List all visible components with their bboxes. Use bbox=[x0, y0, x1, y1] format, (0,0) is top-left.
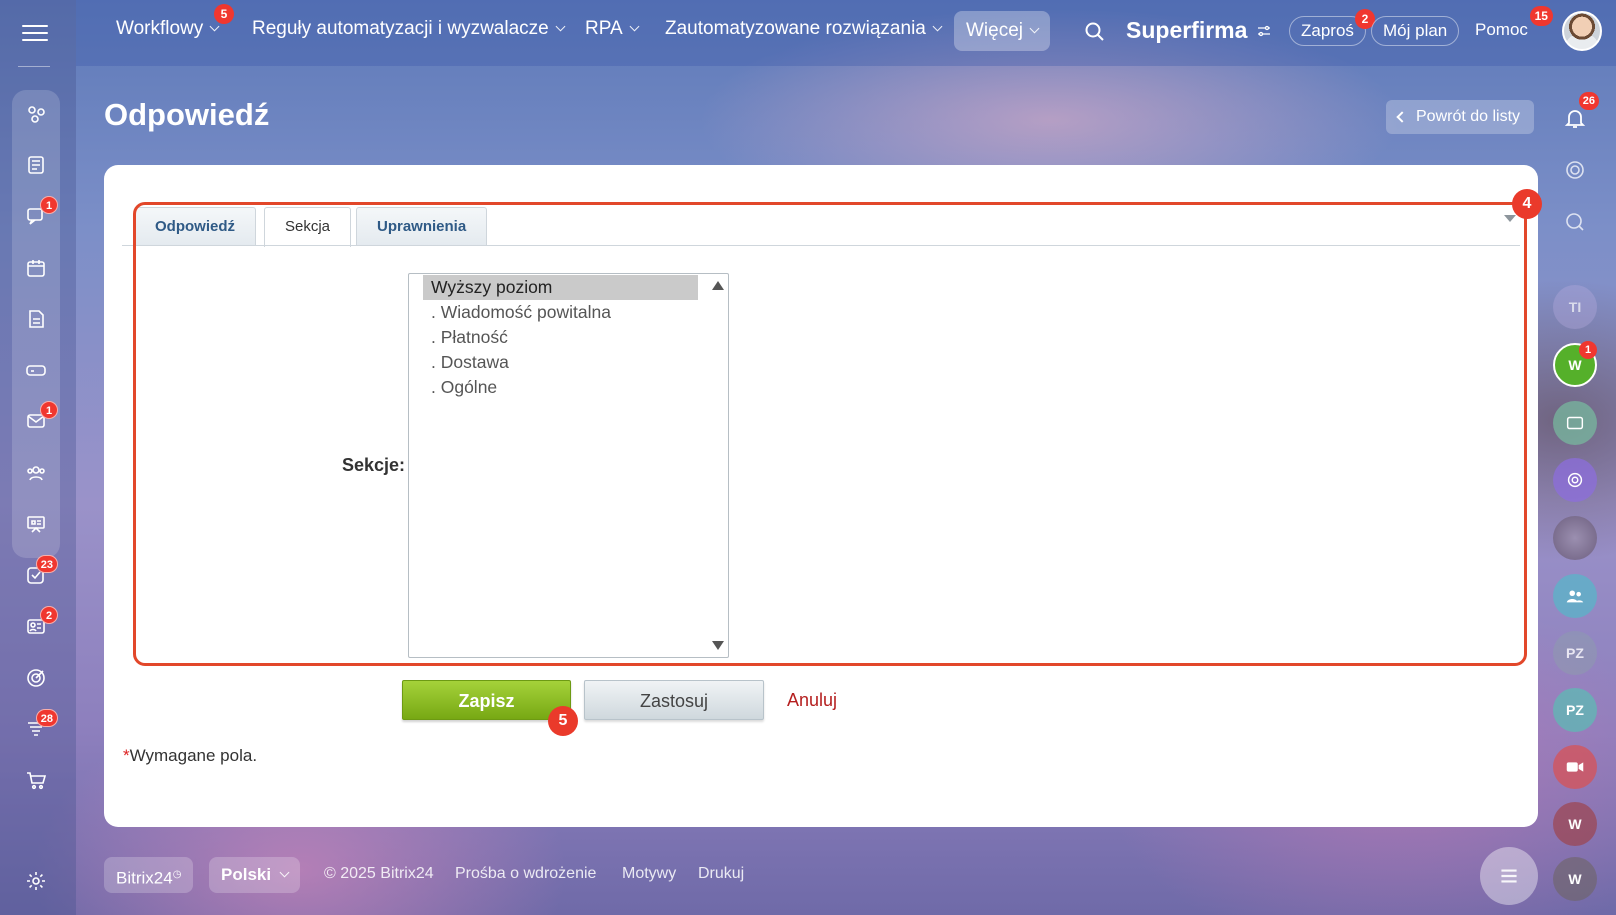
sidebar-item-mail-icon[interactable]: 1 bbox=[18, 401, 58, 439]
help-button[interactable]: Pomoc 15 bbox=[1464, 6, 1553, 46]
contact-avatar-pz-1[interactable]: PZ bbox=[1553, 631, 1597, 675]
footer-link-print[interactable]: Drukuj bbox=[698, 865, 744, 883]
contact-avatar-w-gray-initials: W bbox=[1568, 871, 1582, 887]
nav-rpa[interactable]: RPA bbox=[585, 18, 640, 40]
funnel-badge: 28 bbox=[35, 709, 58, 727]
nav-automation-rules[interactable]: Reguły automatyzacji i wyzwalacze bbox=[252, 18, 566, 40]
footer-brand-label: Bitrix24 bbox=[116, 868, 173, 888]
footer-copyright: © 2025 Bitrix24 bbox=[324, 865, 434, 882]
highlight-frame bbox=[133, 202, 1527, 666]
nav-workflowy[interactable]: Workflowy 5 bbox=[116, 4, 234, 40]
notifications-bell-icon[interactable]: 26 bbox=[1553, 92, 1599, 140]
invite-label: Zaproś bbox=[1301, 21, 1354, 40]
chevron-down-icon bbox=[1029, 23, 1040, 34]
open-channel-icon[interactable] bbox=[1553, 458, 1597, 502]
brand-name: Superfirma bbox=[1126, 17, 1248, 43]
language-label: Polski bbox=[221, 865, 272, 884]
sidebar-item-shop-icon[interactable] bbox=[18, 762, 54, 798]
mail-badge: 1 bbox=[40, 401, 58, 419]
sidebar-item-boards-icon[interactable] bbox=[18, 506, 54, 542]
sidebar-item-marketing-icon[interactable] bbox=[18, 660, 54, 696]
footer-brand[interactable]: Bitrix24◷ bbox=[104, 857, 194, 893]
form-card: Odpowiedź Sekcja Uprawnienia Sekcje: Wyż… bbox=[104, 165, 1542, 827]
tasks-badge: 23 bbox=[35, 555, 58, 573]
menu-icon[interactable] bbox=[22, 20, 48, 42]
help-badge: 15 bbox=[1529, 6, 1553, 26]
chevron-down-icon bbox=[629, 21, 640, 32]
required-note-text: Wymagane pola. bbox=[129, 746, 258, 765]
sidebar-item-crm-icon[interactable]: 2 bbox=[18, 606, 58, 644]
required-fields-note: *Wymagane pola. bbox=[123, 746, 257, 766]
chevron-down-icon bbox=[279, 867, 290, 878]
contact-photo-avatar[interactable] bbox=[1553, 516, 1597, 560]
user-avatar[interactable] bbox=[1562, 11, 1602, 51]
language-selector[interactable]: Polski bbox=[209, 857, 301, 893]
footer-link-implementation[interactable]: Prośba o wdrożenie bbox=[455, 865, 596, 883]
chevron-down-icon bbox=[932, 21, 943, 32]
company-brand[interactable]: Superfirma bbox=[1126, 17, 1273, 44]
sidebar-item-chat-icon[interactable]: 1 bbox=[18, 196, 58, 234]
sidebar-item-funnel-icon[interactable]: 28 bbox=[18, 709, 58, 747]
sidebar-item-employees-icon[interactable] bbox=[18, 455, 54, 491]
contact-avatar-w-red[interactable]: W bbox=[1553, 802, 1597, 846]
chevron-down-icon bbox=[209, 21, 220, 32]
filter-settings-icon bbox=[1258, 25, 1271, 36]
sidebar-item-tasks-icon[interactable]: 23 bbox=[18, 555, 58, 593]
contact-avatar-w-initials: W bbox=[1568, 357, 1582, 373]
footer-link-themes[interactable]: Motywy bbox=[622, 865, 676, 883]
contact-avatar-pz-2-initials: PZ bbox=[1566, 702, 1584, 718]
back-to-list-button[interactable]: Powrót do listy bbox=[1386, 100, 1535, 134]
contact-group-avatar-icon[interactable] bbox=[1553, 574, 1597, 618]
chat-badge: 1 bbox=[40, 196, 58, 214]
required-asterisk: * bbox=[123, 746, 130, 765]
search-chat-icon[interactable] bbox=[1553, 200, 1597, 244]
sidebar-item-calendar-icon[interactable] bbox=[18, 250, 54, 286]
contact-avatar-w-badge: 1 bbox=[1579, 341, 1597, 359]
nav-automated-solutions[interactable]: Zautomatyzowane rozwiązania bbox=[665, 18, 943, 40]
contact-avatar-w[interactable]: W 1 bbox=[1553, 341, 1597, 387]
contact-avatar-w-gray[interactable]: W bbox=[1553, 857, 1597, 901]
contact-avatar-pz-2[interactable]: PZ bbox=[1553, 688, 1597, 732]
chevron-down-icon bbox=[555, 21, 566, 32]
copilot-icon[interactable] bbox=[1553, 148, 1597, 192]
contact-avatar-ti[interactable]: TI bbox=[1553, 285, 1597, 329]
nav-workflowy-badge: 5 bbox=[214, 4, 234, 24]
apply-button[interactable]: Zastosuj bbox=[584, 680, 764, 720]
contact-avatar-w-red-initials: W bbox=[1568, 816, 1582, 832]
my-plan-label: Mój plan bbox=[1383, 21, 1448, 40]
cancel-link[interactable]: Anuluj bbox=[787, 680, 837, 720]
invite-button[interactable]: Zaproś 2 bbox=[1289, 9, 1375, 46]
video-call-icon[interactable] bbox=[1553, 745, 1597, 789]
nav-workflowy-label: Workflowy bbox=[116, 18, 204, 39]
step-badge-4: 4 bbox=[1512, 189, 1542, 219]
back-to-list-label: Powrót do listy bbox=[1416, 108, 1521, 125]
crm-badge: 2 bbox=[40, 606, 58, 624]
contact-avatar-ti-initials: TI bbox=[1568, 299, 1582, 315]
nav-automation-rules-label: Reguły automatyzacji i wyzwalacze bbox=[252, 18, 549, 39]
step-badge-5: 5 bbox=[548, 706, 578, 736]
left-sidebar: 1 1 23 2 28 bbox=[0, 0, 76, 915]
save-button[interactable]: Zapisz bbox=[402, 680, 571, 720]
help-label: Pomoc bbox=[1475, 20, 1528, 39]
nav-more-button[interactable]: Więcej bbox=[954, 11, 1050, 51]
group-chat-icon[interactable] bbox=[1553, 401, 1597, 445]
contact-avatar-pz-1-initials: PZ bbox=[1566, 645, 1584, 661]
my-plan-button[interactable]: Mój plan bbox=[1371, 16, 1460, 46]
page-title: Odpowiedź bbox=[104, 97, 270, 132]
notifications-badge: 26 bbox=[1578, 92, 1599, 110]
search-icon[interactable] bbox=[1083, 20, 1107, 44]
chat-list-button[interactable] bbox=[1480, 847, 1538, 905]
sidebar-item-drive-icon[interactable] bbox=[18, 352, 54, 388]
sidebar-item-docs-icon[interactable] bbox=[18, 301, 54, 337]
sidebar-item-collab-icon[interactable] bbox=[18, 96, 54, 132]
right-sidebar: 26 TI W 1 PZ PZ W W bbox=[1534, 90, 1616, 915]
nav-automated-solutions-label: Zautomatyzowane rozwiązania bbox=[665, 18, 926, 39]
sidebar-item-feed-icon[interactable] bbox=[18, 147, 54, 183]
nav-more-label: Więcej bbox=[965, 20, 1023, 41]
chevron-left-icon bbox=[1396, 111, 1408, 123]
settings-gear-icon[interactable] bbox=[18, 863, 54, 899]
nav-rpa-label: RPA bbox=[585, 18, 623, 39]
sidebar-divider bbox=[18, 66, 50, 67]
list-icon bbox=[1501, 869, 1517, 883]
